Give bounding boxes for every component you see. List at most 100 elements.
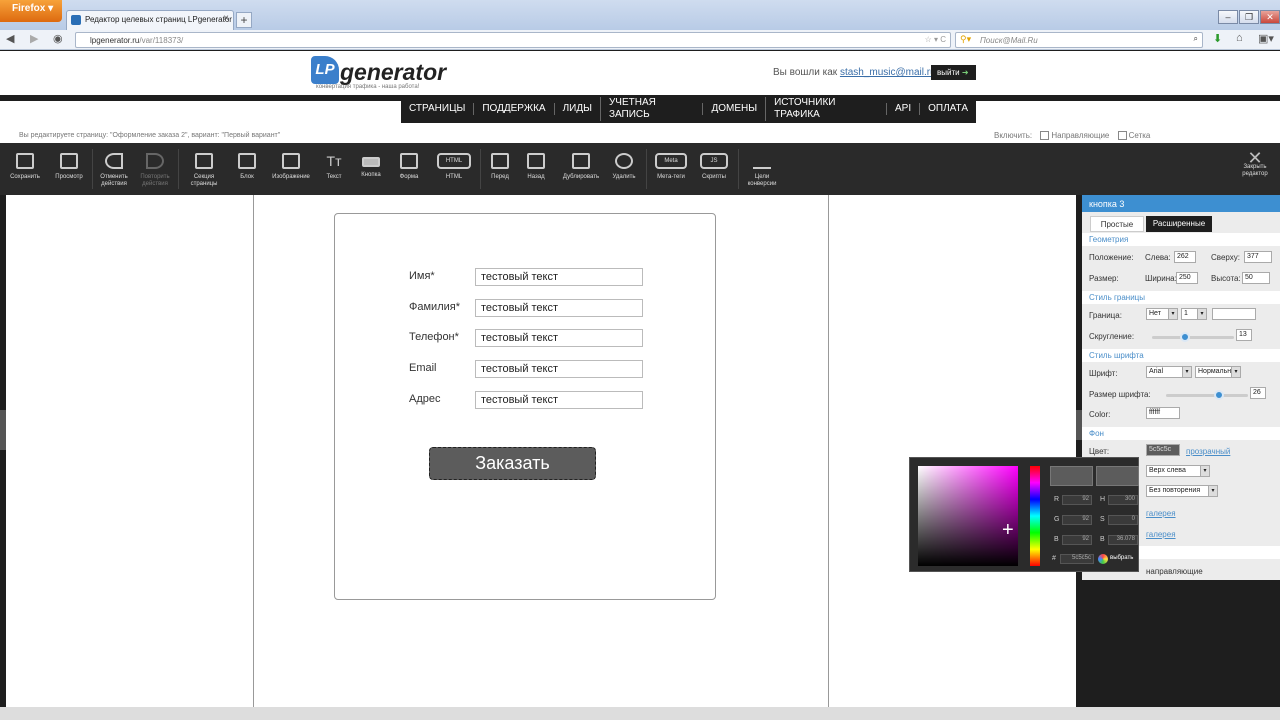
gallery-link[interactable]: галерея — [1146, 509, 1176, 518]
font-select[interactable]: Arial ▾ — [1146, 366, 1192, 378]
duplicate-button[interactable]: Дублировать — [558, 143, 604, 195]
surname-field[interactable]: тестовый текст — [475, 299, 643, 317]
menu-item[interactable]: ДОМЕНЫ — [702, 103, 765, 115]
grid-checkbox[interactable] — [1117, 131, 1127, 141]
url-bar[interactable]: lpgenerator.ru/var/118373/ ☆ ▾ C — [75, 32, 951, 48]
slider-knob[interactable] — [1180, 332, 1190, 342]
field-label: Email — [409, 362, 437, 374]
bring-forward-button[interactable]: Перед — [486, 143, 514, 195]
brightness-input[interactable]: 36.078 — [1108, 535, 1138, 545]
email-field[interactable]: тестовый текст — [475, 360, 643, 378]
close-window-button[interactable]: ✕ — [1260, 10, 1280, 24]
guides-checkbox[interactable] — [1040, 131, 1050, 141]
undo-button[interactable]: Отменить действия — [96, 143, 132, 195]
menu-item[interactable]: ИСТОЧНИКИ ТРАФИКА — [765, 97, 886, 121]
guide-line-left[interactable] — [253, 195, 254, 707]
menu-item[interactable]: СТРАНИЦЫ — [401, 103, 473, 115]
search-engine-icon[interactable]: ⚲▾ — [960, 34, 971, 45]
font-size-label: Размер шрифта: — [1089, 390, 1151, 399]
conversion-goals-button[interactable]: Цели конверсии — [742, 143, 782, 195]
address-field[interactable]: тестовый текст — [475, 391, 643, 409]
preview-button[interactable]: Просмотр — [50, 143, 88, 195]
bookmark-star-icon[interactable]: ☆ ▾ C — [925, 35, 946, 44]
tab-close-icon[interactable]: × — [223, 13, 229, 24]
current-color-swatch[interactable] — [1096, 466, 1139, 486]
block-button[interactable]: Блок — [232, 143, 262, 195]
send-back-button[interactable]: Назад — [522, 143, 550, 195]
section-font: Стиль шрифта — [1082, 349, 1280, 362]
menu-item[interactable]: ОПЛАТА — [919, 103, 976, 115]
hex-input[interactable]: 5c5c5c — [1060, 554, 1094, 564]
redo-button[interactable]: Повторить действия — [136, 143, 174, 195]
bg-color-input[interactable]: 5c5c5c — [1146, 444, 1180, 456]
order-button[interactable]: Заказать — [429, 447, 596, 480]
radius-input[interactable]: 13 — [1236, 329, 1252, 341]
h-input[interactable]: 300 — [1108, 495, 1138, 505]
delete-button[interactable]: Удалить — [608, 143, 640, 195]
slider-knob[interactable] — [1214, 390, 1224, 400]
menu-item[interactable]: ПОДДЕРЖКА — [473, 103, 553, 115]
home-icon[interactable]: ⌂ — [1236, 32, 1243, 44]
font-size-slider[interactable] — [1166, 390, 1248, 400]
b-input[interactable]: 92 — [1062, 535, 1092, 545]
menu-item[interactable]: ЛИДЫ — [553, 103, 600, 115]
font-size-input[interactable]: 26 — [1250, 387, 1266, 399]
logo-text[interactable]: generator — [340, 59, 446, 86]
form-button[interactable]: Форма — [394, 143, 424, 195]
s-input[interactable]: 0 — [1108, 515, 1138, 525]
html-button[interactable]: HTML HTML — [434, 143, 474, 195]
border-color-input[interactable] — [1212, 308, 1256, 320]
g-input[interactable]: 92 — [1062, 515, 1092, 525]
height-input[interactable]: 50 — [1242, 272, 1270, 284]
left-input[interactable]: 262 — [1174, 251, 1196, 263]
minimize-button[interactable]: – — [1218, 10, 1238, 24]
saturation-value-area[interactable]: + — [918, 466, 1018, 566]
color-label: Color: — [1089, 410, 1111, 419]
text-color-input[interactable]: ffffff — [1146, 407, 1180, 419]
guide-line-right[interactable] — [828, 195, 829, 707]
identity-icon[interactable]: ◉ — [53, 32, 63, 45]
browser-tab[interactable]: Редактор целевых страниц LPgenerator × — [66, 10, 234, 30]
name-field[interactable]: тестовый текст — [475, 268, 643, 286]
tab-advanced[interactable]: Расширенные — [1146, 216, 1212, 232]
radius-slider[interactable] — [1152, 332, 1234, 342]
user-email-link[interactable]: stash_music@mail.ru — [840, 67, 936, 78]
border-select[interactable]: Нет ▾ — [1146, 308, 1178, 320]
phone-field[interactable]: тестовый текст — [475, 329, 643, 347]
search-icon[interactable]: ⌕ — [1194, 34, 1198, 44]
bottom-scrollbar[interactable] — [0, 707, 1280, 720]
border-width-select[interactable]: 1 ▾ — [1181, 308, 1207, 320]
text-button[interactable]: Tт Текст — [320, 143, 348, 195]
page-section-button[interactable]: Секция страницы — [184, 143, 224, 195]
search-box[interactable]: ⚲▾ Поиск@Mail.Ru ⌕ — [955, 32, 1203, 48]
menu-item[interactable]: API — [886, 103, 919, 115]
logo-mark[interactable]: LP — [311, 56, 339, 84]
choose-button[interactable]: выбрать — [1110, 555, 1133, 561]
button-button[interactable]: Кнопка — [356, 143, 386, 195]
maximize-button[interactable]: ❐ — [1239, 10, 1259, 24]
image-button[interactable]: Изображение — [266, 143, 316, 195]
width-input[interactable]: 250 — [1176, 272, 1198, 284]
top-input[interactable]: 377 — [1244, 251, 1272, 263]
close-editor-button[interactable]: ✕ Закрыть редактор — [1235, 143, 1275, 195]
save-button[interactable]: Сохранить — [6, 143, 44, 195]
gallery-link[interactable]: галерея — [1146, 530, 1176, 539]
menu-icon[interactable]: ▣▾ — [1258, 32, 1274, 45]
back-icon[interactable]: ◀ — [6, 32, 14, 45]
meta-tags-button[interactable]: Meta Мета-теги — [652, 143, 690, 195]
scripts-button[interactable]: JS Скрипты — [696, 143, 732, 195]
logout-button[interactable]: выйти ➜ — [931, 65, 976, 80]
transparent-link[interactable]: прозрачный — [1186, 447, 1230, 456]
menu-item[interactable]: УЧЕТНАЯ ЗАПИСЬ — [599, 97, 703, 121]
r-input[interactable]: 92 — [1062, 495, 1092, 505]
image-icon — [282, 153, 300, 169]
forward-icon[interactable]: ▶ — [30, 32, 38, 45]
tab-simple[interactable]: Простые — [1090, 216, 1144, 232]
bg-position-select[interactable]: Верх слева ▾ — [1146, 465, 1210, 477]
hue-slider[interactable] — [1030, 466, 1040, 566]
download-icon[interactable]: ⬇ — [1213, 32, 1222, 45]
firefox-menu-button[interactable]: Firefox ▾ — [0, 0, 62, 22]
font-weight-select[interactable]: Нормальн ▾ — [1195, 366, 1241, 378]
new-tab-button[interactable]: + — [236, 12, 252, 28]
bg-repeat-select[interactable]: Без повторения ▾ — [1146, 485, 1218, 497]
